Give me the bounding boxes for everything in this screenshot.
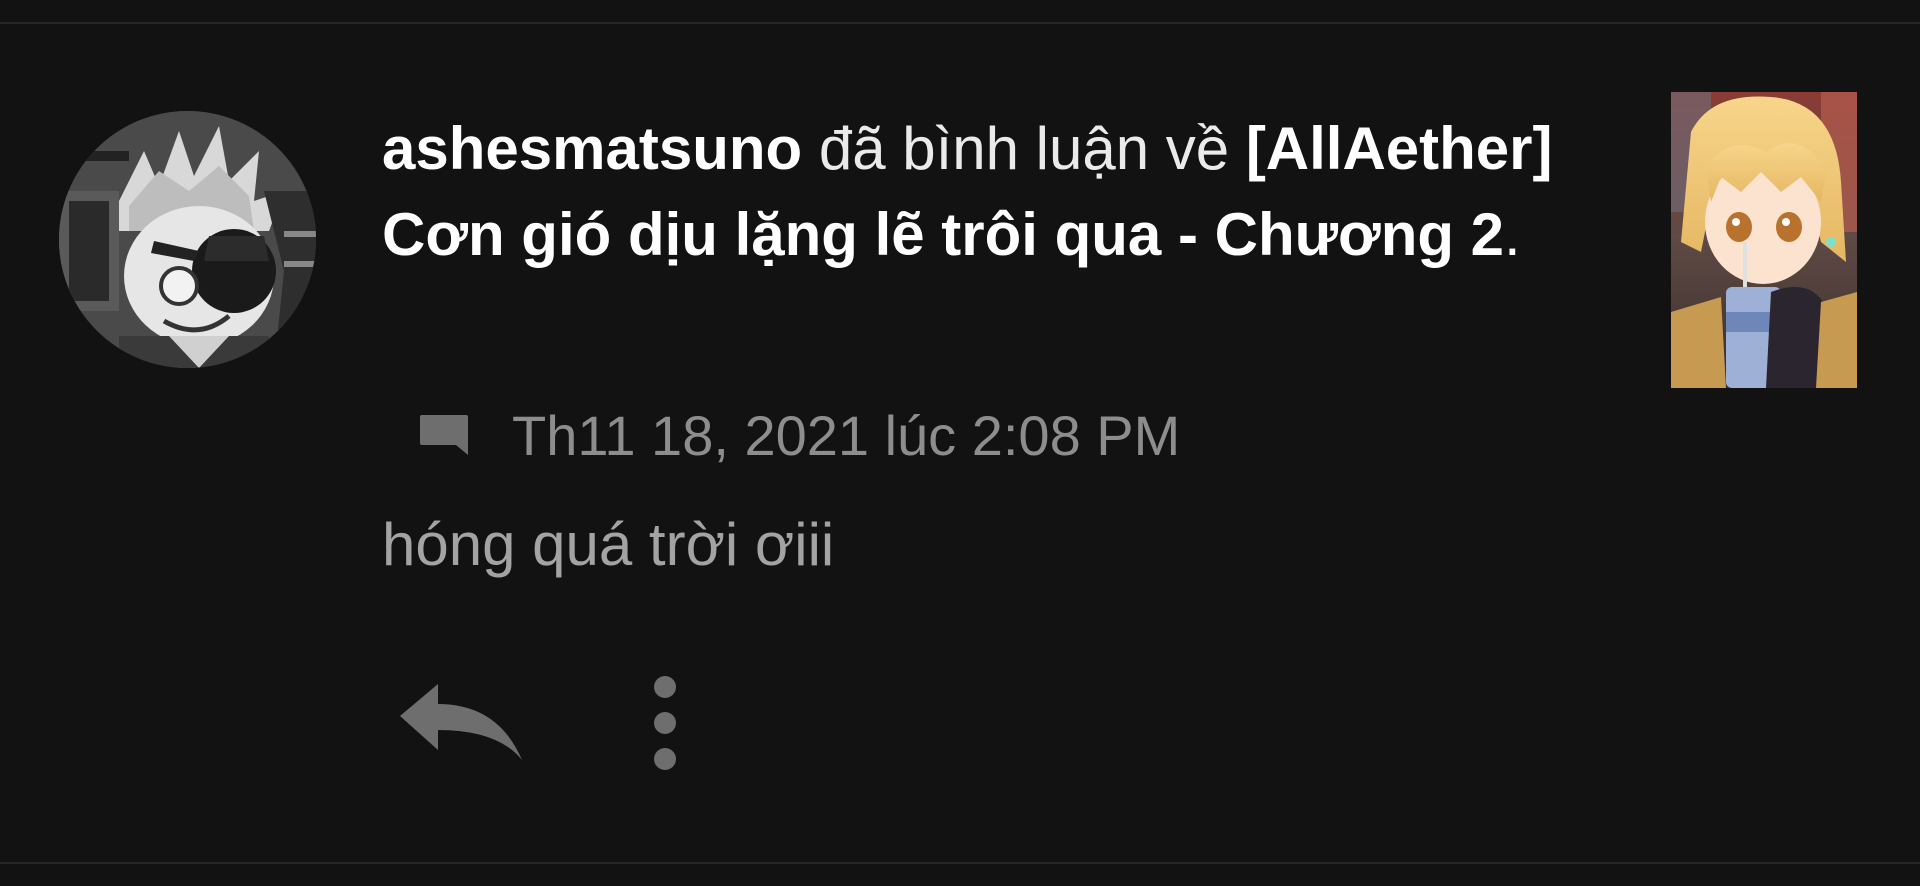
top-divider xyxy=(0,22,1920,24)
comment-text: hóng quá trời ơiii xyxy=(382,511,835,578)
user-avatar[interactable] xyxy=(59,111,316,368)
comment-bubble-icon xyxy=(420,415,468,455)
comment-meta: Th11 18, 2021 lúc 2:08 PM xyxy=(418,400,1180,470)
username-link[interactable]: ashesmatsuno xyxy=(382,115,802,182)
story-cover-image[interactable] xyxy=(1671,92,1857,388)
comment-timestamp: Th11 18, 2021 lúc 2:08 PM xyxy=(512,403,1181,467)
more-vertical-icon[interactable] xyxy=(640,672,690,774)
notification-headline: ashesmatsuno đã bình luận về [AllAether]… xyxy=(382,106,1582,278)
trailing-period: . xyxy=(1504,201,1521,268)
reply-arrow-icon[interactable] xyxy=(398,680,524,764)
bottom-divider xyxy=(0,862,1920,864)
notification-screen: ashesmatsuno đã bình luận về [AllAether]… xyxy=(0,0,1920,886)
action-text: đã bình luận về xyxy=(802,115,1246,182)
